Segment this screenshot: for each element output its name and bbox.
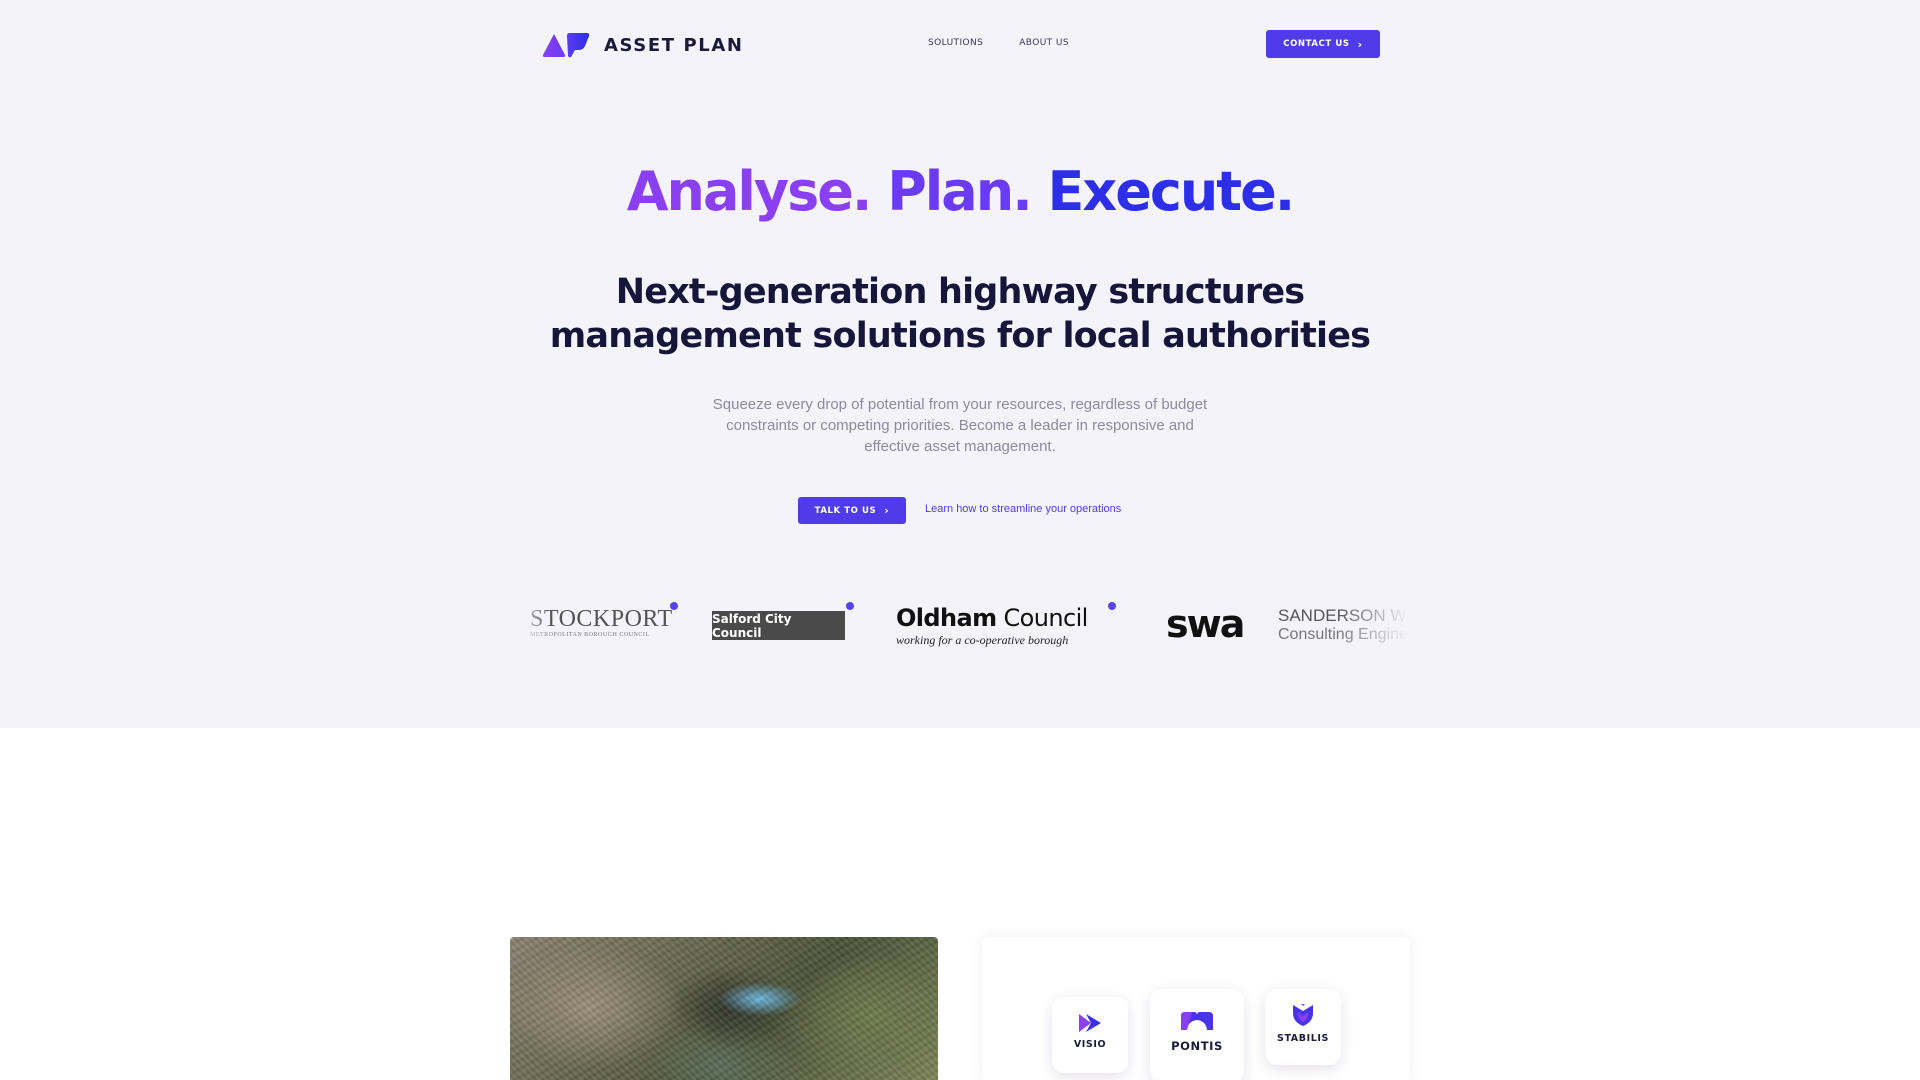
oldham-subtitle: working for a co-operative borough	[896, 633, 1069, 647]
headline-line-1: Next-generation highway structures	[615, 272, 1305, 312]
asset-plan-logo-icon	[542, 33, 590, 58]
products-panel: VISIO PONTIS STABILIS	[982, 937, 1410, 1080]
tagline-word-plan: Plan.	[887, 160, 1032, 223]
logo-dot-icon	[670, 602, 678, 610]
headline-line-2: management solutions for local authoriti…	[549, 316, 1371, 356]
talk-to-us-label: TALK TO US	[814, 505, 877, 516]
salford-name: Salford City Council	[712, 611, 845, 640]
nav-solutions[interactable]: SOLUTIONS	[928, 38, 983, 48]
learn-more-link[interactable]: Learn how to streamline your operations	[925, 503, 1121, 515]
product-name-stabilis: STABILIS	[1277, 1033, 1329, 1044]
hero-headline: Next-generation highway structures manag…	[460, 270, 1460, 358]
contact-us-label: CONTACT US	[1283, 39, 1350, 49]
logos-fade-left	[512, 598, 552, 652]
product-name-visio: VISIO	[1073, 1039, 1107, 1050]
oldham-logo: Oldham Council working for a co-operativ…	[896, 598, 1136, 652]
nav-about-us[interactable]: ABOUT US	[1019, 38, 1069, 48]
talk-to-us-button[interactable]: TALK TO US ›	[798, 497, 906, 524]
chevron-right-icon: ›	[1357, 37, 1363, 51]
tagline-word-analyse: Analyse.	[626, 160, 873, 223]
top-nav: ASSET PLAN SOLUTIONS ABOUT US CONTACT US…	[540, 26, 1380, 62]
oldham-name-rest: Council	[996, 604, 1089, 632]
tagline-word-execute: Execute.	[1047, 160, 1296, 223]
logo-dot-icon	[1108, 602, 1116, 610]
bridge-stream-photo	[510, 937, 938, 1080]
product-card-stabilis[interactable]: STABILIS	[1265, 989, 1341, 1065]
contact-us-button[interactable]: CONTACT US ›	[1266, 30, 1380, 58]
brand-name: ASSET PLAN	[604, 34, 744, 56]
swa-mark: swa	[1166, 602, 1245, 646]
visio-icon	[1079, 1014, 1101, 1032]
product-card-visio[interactable]: VISIO	[1052, 997, 1128, 1073]
stabilis-icon	[1293, 1004, 1313, 1026]
hero-section: ASSET PLAN SOLUTIONS ABOUT US CONTACT US…	[0, 0, 1920, 728]
oldham-name-bold: Oldham	[896, 604, 997, 632]
photo-texture	[510, 937, 938, 1080]
hero-tagline: Analyse. Plan. Execute.	[0, 160, 1920, 223]
logo-dot-icon	[846, 602, 854, 610]
logos-fade-right	[1338, 598, 1408, 652]
product-card-pontis[interactable]: PONTIS	[1150, 989, 1244, 1080]
chevron-right-icon: ›	[884, 504, 890, 517]
oldham-name: Oldham Council	[896, 604, 1088, 632]
product-name-pontis: PONTIS	[1171, 1039, 1223, 1053]
brand-logo[interactable]: ASSET PLAN	[542, 32, 744, 58]
hero-subtext: Squeeze every drop of potential from you…	[712, 396, 1208, 455]
pontis-icon	[1181, 1012, 1213, 1030]
nav-links: SOLUTIONS ABOUT US	[928, 38, 1069, 48]
salford-logo: Salford City Council	[712, 598, 862, 652]
client-logos-strip: STOCKPORT METROPOLITAN BOROUGH COUNCIL S…	[512, 598, 1408, 652]
